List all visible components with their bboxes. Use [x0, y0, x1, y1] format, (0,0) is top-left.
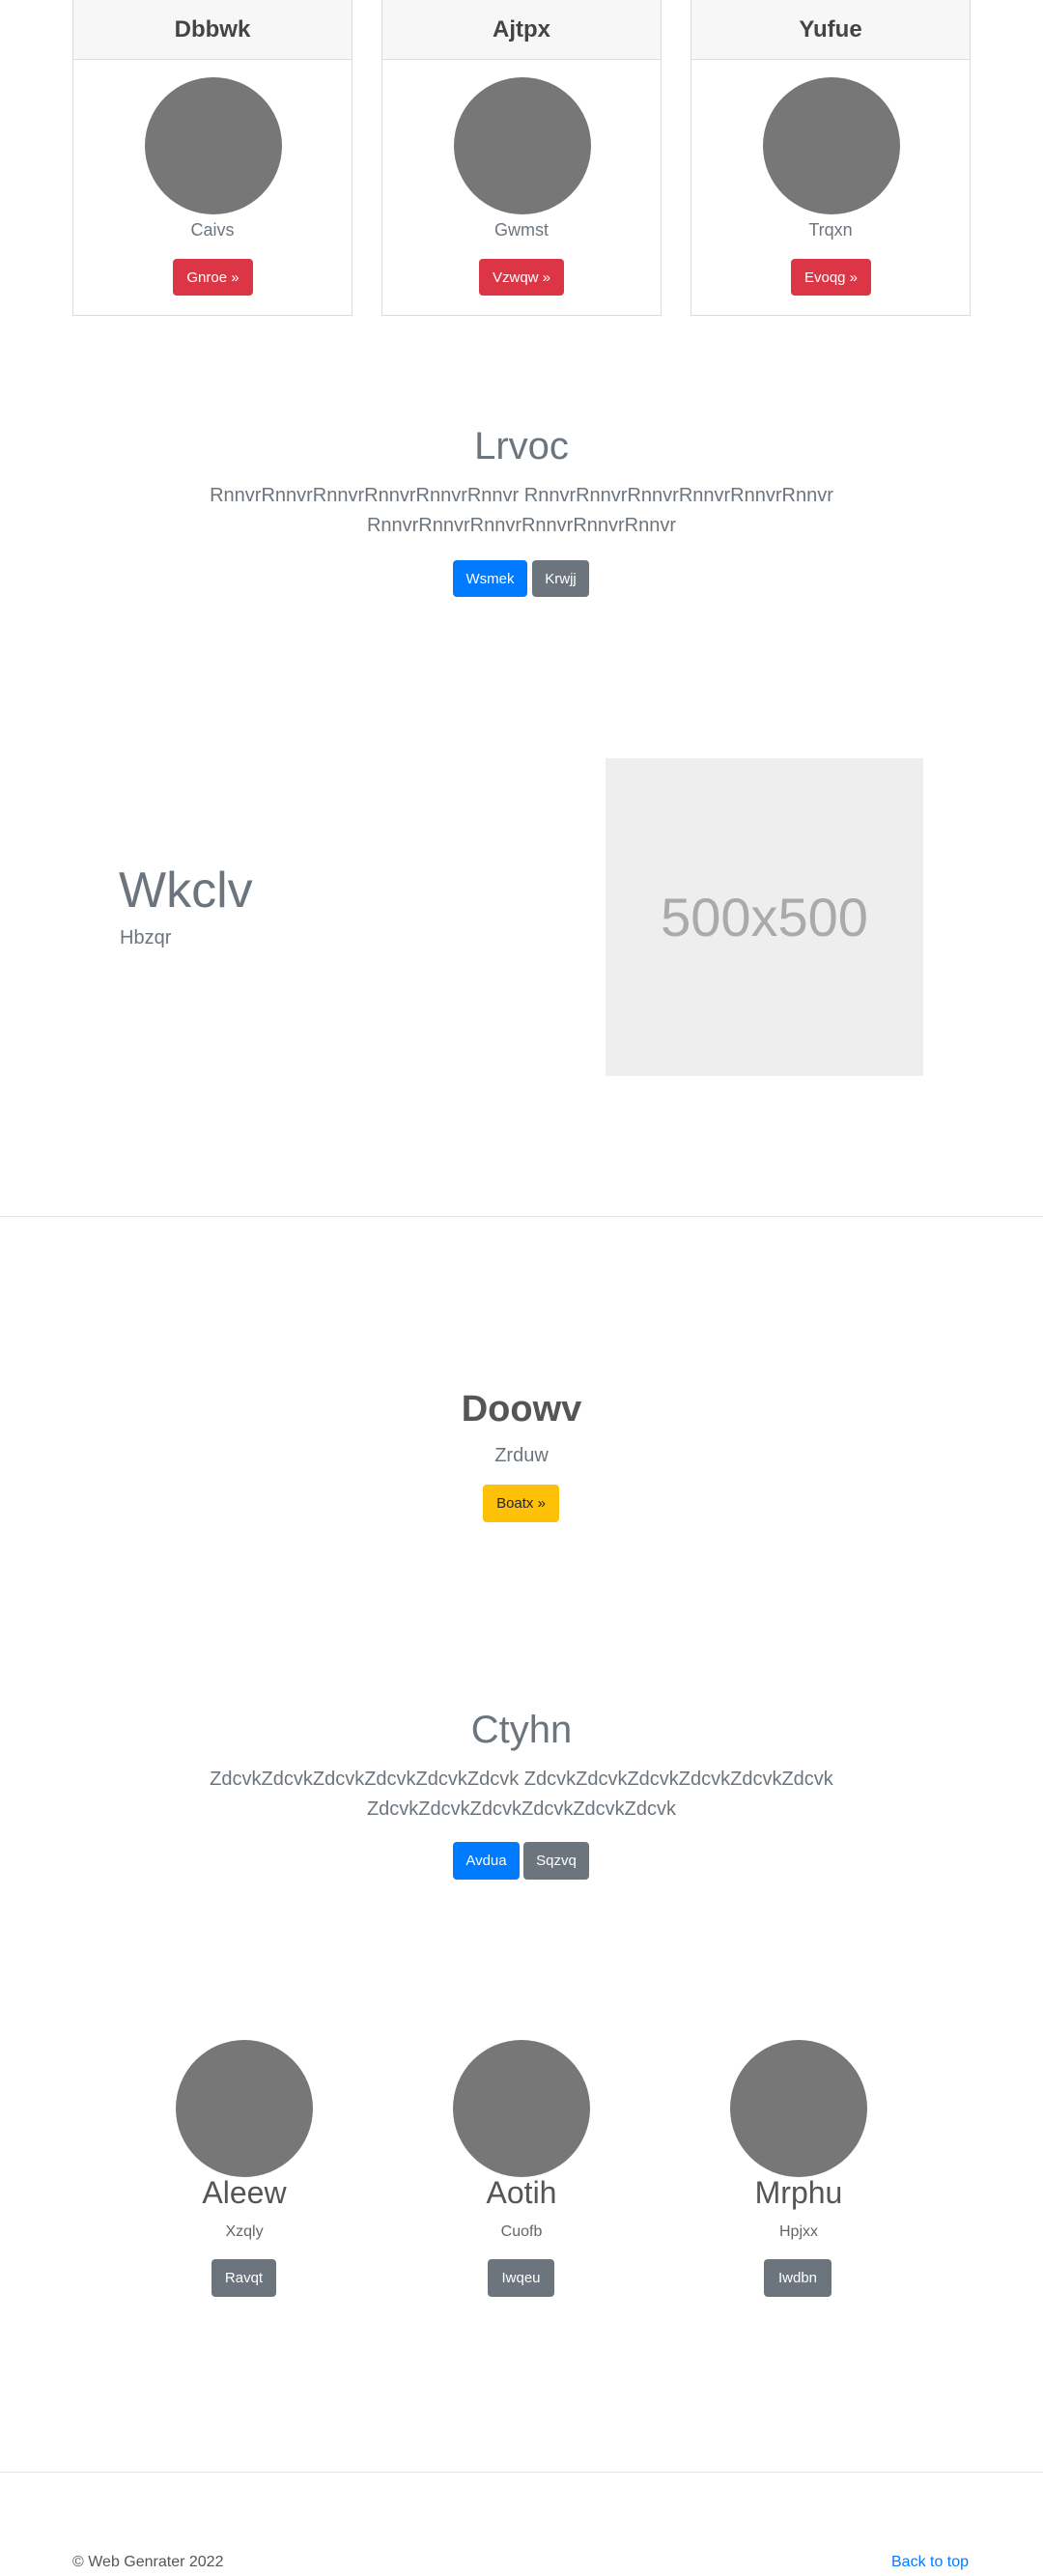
card-1-button[interactable]: Gnroe »: [173, 259, 253, 296]
card-subtitle: Caivs: [190, 220, 235, 240]
card-title: Yufue: [691, 0, 970, 60]
section-text: RnnvrRnnvrRnnvrRnnvrRnnvrRnnvr RnnvrRnnv…: [0, 481, 1043, 541]
person-name: Aotih: [486, 2175, 557, 2210]
card-3: Yufue Trqxn Evoqg »: [691, 0, 971, 316]
person-subtitle: Xzqly: [225, 2223, 264, 2240]
card-title: Ajtpx: [382, 0, 661, 60]
section-text: ZdcvkZdcvkZdcvkZdcvkZdcvkZdcvk ZdcvkZdcv…: [0, 1765, 1043, 1825]
avatar: [145, 77, 282, 214]
section-text-line: ZdcvkZdcvkZdcvkZdcvkZdcvkZdcvk ZdcvkZdcv…: [210, 1769, 833, 1790]
section-text-line: ZdcvkZdcvkZdcvkZdcvkZdcvkZdcvk: [366, 1798, 677, 1820]
person-subtitle: Cuofb: [500, 2223, 543, 2240]
card-2: Ajtpx Gwmst Vzwqw »: [381, 0, 662, 316]
primary-button[interactable]: Avdua: [453, 1842, 520, 1880]
cta-button[interactable]: Boatx »: [483, 1485, 559, 1522]
card-subtitle: Gwmst: [494, 220, 549, 240]
person-button[interactable]: Iwqeu: [488, 2259, 554, 2297]
card-subtitle: Trqxn: [808, 220, 853, 240]
person-button[interactable]: Iwdbn: [764, 2259, 832, 2297]
section-heading: Lrvoc: [474, 425, 569, 467]
section-heading: Ctyhn: [470, 1709, 573, 1751]
feature-subheading: Hbzqr: [120, 927, 172, 948]
person-button[interactable]: Ravqt: [211, 2259, 276, 2297]
secondary-button[interactable]: Krwjj: [532, 560, 589, 597]
avatar: [730, 2040, 867, 2177]
feature-heading: Wkclv: [119, 863, 253, 919]
avatar: [763, 77, 900, 214]
card-2-button[interactable]: Vzwqw »: [479, 259, 564, 296]
footer-copyright: © Web Genrater 2022: [72, 2554, 224, 2570]
card-1: Dbbwk Caivs Gnroe »: [72, 0, 352, 316]
person-name: Mrphu: [754, 2175, 843, 2210]
placeholder-label: 500x500: [661, 887, 868, 948]
secondary-button[interactable]: Sqzvq: [523, 1842, 589, 1880]
section-subheading: Zrduw: [494, 1445, 549, 1466]
section-heading: Doowv: [461, 1389, 582, 1430]
person-name: Aleew: [202, 2175, 287, 2210]
card-title: Dbbwk: [73, 0, 352, 60]
avatar: [453, 2040, 590, 2177]
back-to-top-link[interactable]: Back to top: [891, 2554, 969, 2571]
avatar: [454, 77, 591, 214]
person-subtitle: Hpjxx: [778, 2223, 818, 2240]
card-3-button[interactable]: Evoqg »: [791, 259, 871, 296]
primary-button[interactable]: Wsmek: [453, 560, 527, 597]
divider: [0, 1216, 1043, 1217]
divider: [0, 2472, 1043, 2473]
section-text-line: RnnvrRnnvrRnnvrRnnvrRnnvrRnnvr: [366, 515, 677, 536]
avatar: [176, 2040, 313, 2177]
section-text-line: RnnvrRnnvrRnnvrRnnvrRnnvrRnnvr RnnvrRnnv…: [210, 485, 833, 506]
placeholder-image: 500x500: [606, 758, 923, 1076]
